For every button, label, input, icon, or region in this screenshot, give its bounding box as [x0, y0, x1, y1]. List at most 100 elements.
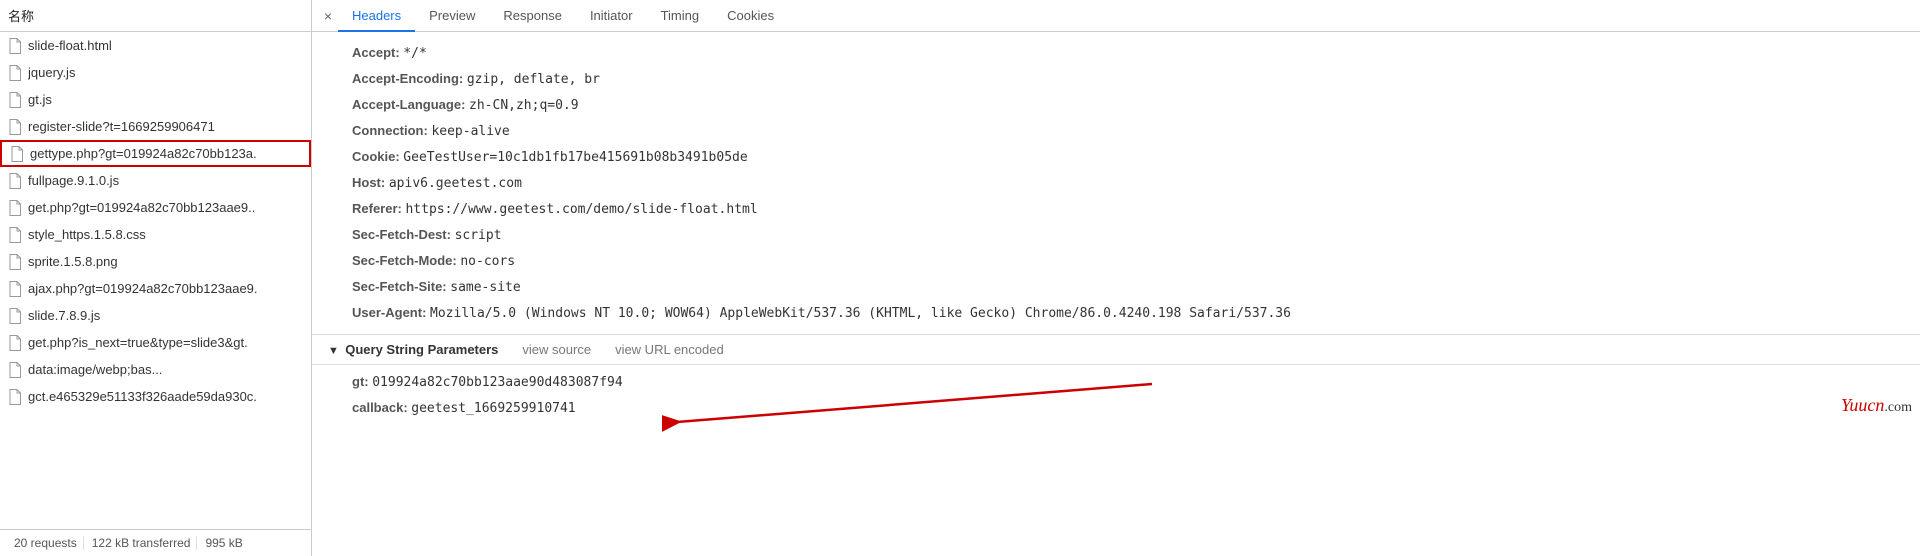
tab-preview[interactable]: Preview: [415, 0, 489, 32]
file-row[interactable]: slide.7.8.9.js: [0, 302, 311, 329]
file-row[interactable]: ajax.php?gt=019924a82c70bb123aae9.: [0, 275, 311, 302]
file-row[interactable]: gettype.php?gt=019924a82c70bb123a.: [0, 140, 311, 167]
header-row: Connection: keep-alive: [352, 118, 1920, 144]
file-name: gct.e465329e51133f326aade59da930c.: [28, 389, 257, 404]
header-key: Cookie:: [352, 149, 403, 164]
header-value: zh-CN,zh;q=0.9: [469, 98, 579, 113]
file-row[interactable]: fullpage.9.1.0.js: [0, 167, 311, 194]
network-file-list: slide-float.html jquery.js gt.js register-s…: [0, 32, 311, 529]
header-value: apiv6.geetest.com: [389, 176, 522, 191]
file-icon: [8, 362, 22, 378]
file-icon: [8, 308, 22, 324]
file-name: get.php?gt=019924a82c70bb123aae9..: [28, 200, 255, 215]
file-row[interactable]: slide-float.html: [0, 32, 311, 59]
footer-requests: 20 requests: [8, 536, 84, 550]
file-name: gettype.php?gt=019924a82c70bb123a.: [30, 146, 257, 161]
column-header-name[interactable]: 名称: [0, 0, 311, 32]
header-row: Host: apiv6.geetest.com: [352, 170, 1920, 196]
param-key: gt:: [352, 374, 372, 389]
tab-timing[interactable]: Timing: [647, 0, 714, 32]
header-row: Sec-Fetch-Site: same-site: [352, 274, 1920, 300]
tab-response[interactable]: Response: [489, 0, 576, 32]
tab-initiator[interactable]: Initiator: [576, 0, 647, 32]
file-icon: [8, 335, 22, 351]
watermark: Yuucn.com: [1841, 395, 1912, 416]
header-value: keep-alive: [431, 124, 509, 139]
file-name: register-slide?t=1669259906471: [28, 119, 215, 134]
watermark-suffix: .com: [1884, 400, 1912, 415]
footer-transferred: 122 kB transferred: [86, 536, 198, 550]
header-row: Cookie: GeeTestUser=10c1db1fb17be415691b…: [352, 144, 1920, 170]
file-icon: [8, 173, 22, 189]
header-row: Referer: https://www.geetest.com/demo/sl…: [352, 196, 1920, 222]
header-key: Accept:: [352, 45, 403, 60]
file-icon: [8, 254, 22, 270]
file-row[interactable]: style_https.1.5.8.css: [0, 221, 311, 248]
close-icon[interactable]: ×: [318, 8, 338, 24]
file-row[interactable]: get.php?gt=019924a82c70bb123aae9..: [0, 194, 311, 221]
header-value: */*: [403, 46, 426, 61]
file-row[interactable]: jquery.js: [0, 59, 311, 86]
view-source-link[interactable]: view source: [522, 342, 591, 357]
file-icon: [8, 281, 22, 297]
detail-panel: × HeadersPreviewResponseInitiatorTimingC…: [312, 0, 1920, 556]
file-icon: [8, 92, 22, 108]
file-name: jquery.js: [28, 65, 75, 80]
header-row: Accept: */*: [352, 40, 1920, 66]
header-value: GeeTestUser=10c1db1fb17be415691b08b3491b…: [403, 150, 747, 165]
header-row: Sec-Fetch-Dest: script: [352, 222, 1920, 248]
file-row[interactable]: data:image/webp;bas...: [0, 356, 311, 383]
header-row: Accept-Language: zh-CN,zh;q=0.9: [352, 92, 1920, 118]
param-value: 019924a82c70bb123aae90d483087f94: [372, 375, 622, 390]
file-row[interactable]: gct.e465329e51133f326aade59da930c.: [0, 383, 311, 410]
param-row: callback: geetest_1669259910741: [352, 395, 1920, 421]
network-footer: 20 requests 122 kB transferred 995 kB: [0, 529, 311, 556]
header-key: User-Agent:: [352, 305, 430, 320]
detail-tabs: × HeadersPreviewResponseInitiatorTimingC…: [312, 0, 1920, 32]
param-key: callback:: [352, 400, 411, 415]
header-value: script: [455, 228, 502, 243]
header-value: Mozilla/5.0 (Windows NT 10.0; WOW64) App…: [430, 306, 1291, 321]
header-key: Accept-Language:: [352, 97, 469, 112]
header-key: Referer:: [352, 201, 405, 216]
detail-content: Accept: */* Accept-Encoding: gzip, deflat…: [312, 32, 1920, 556]
view-url-encoded-link[interactable]: view URL encoded: [615, 342, 724, 357]
header-value: same-site: [450, 280, 520, 295]
query-string-section-header[interactable]: ▼ Query String Parameters view source vi…: [312, 335, 1920, 365]
header-value: no-cors: [460, 254, 515, 269]
network-file-panel: 名称 slide-float.html jquery.js gt.js registe…: [0, 0, 312, 556]
header-row: Sec-Fetch-Mode: no-cors: [352, 248, 1920, 274]
file-name: slide.7.8.9.js: [28, 308, 100, 323]
file-name: data:image/webp;bas...: [28, 362, 162, 377]
header-key: Accept-Encoding:: [352, 71, 467, 86]
file-name: fullpage.9.1.0.js: [28, 173, 119, 188]
file-row[interactable]: get.php?is_next=true&type=slide3&gt.: [0, 329, 311, 356]
tab-cookies[interactable]: Cookies: [713, 0, 788, 32]
file-name: gt.js: [28, 92, 52, 107]
header-value: gzip, deflate, br: [467, 72, 600, 87]
header-key: Sec-Fetch-Site:: [352, 279, 450, 294]
file-icon: [8, 38, 22, 54]
file-icon: [8, 119, 22, 135]
file-row[interactable]: register-slide?t=1669259906471: [0, 113, 311, 140]
file-icon: [8, 227, 22, 243]
header-key: Sec-Fetch-Mode:: [352, 253, 460, 268]
disclosure-triangle-icon: ▼: [328, 345, 339, 357]
watermark-brand: Yuucn: [1841, 395, 1884, 415]
header-key: Host:: [352, 175, 389, 190]
file-name: get.php?is_next=true&type=slide3&gt.: [28, 335, 248, 350]
file-icon: [10, 146, 24, 162]
section-title: Query String Parameters: [345, 342, 498, 357]
header-key: Connection:: [352, 123, 431, 138]
header-value: https://www.geetest.com/demo/slide-float…: [405, 202, 757, 217]
file-name: sprite.1.5.8.png: [28, 254, 118, 269]
file-row[interactable]: sprite.1.5.8.png: [0, 248, 311, 275]
tab-headers[interactable]: Headers: [338, 0, 415, 32]
file-name: style_https.1.5.8.css: [28, 227, 146, 242]
file-icon: [8, 65, 22, 81]
request-headers-block: Accept: */* Accept-Encoding: gzip, deflat…: [312, 32, 1920, 335]
header-row: User-Agent: Mozilla/5.0 (Windows NT 10.0…: [352, 300, 1920, 326]
file-row[interactable]: gt.js: [0, 86, 311, 113]
file-icon: [8, 389, 22, 405]
param-value: geetest_1669259910741: [411, 401, 575, 416]
